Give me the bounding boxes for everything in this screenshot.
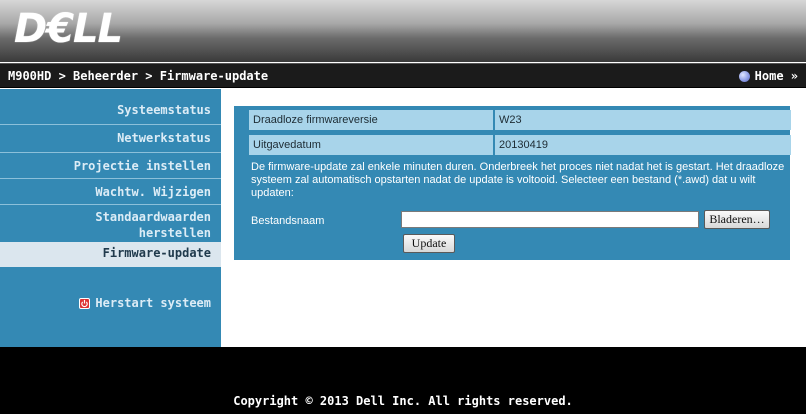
header-banner: D€LL: [0, 0, 806, 62]
restart-system-link[interactable]: Herstart systeem: [79, 295, 211, 311]
sidebar-divider: [0, 204, 221, 205]
home-label: Home »: [754, 69, 798, 83]
firmware-panel: Draadloze firmwareversie W23 Uitgavedatu…: [234, 106, 791, 260]
sidebar-item-label: herstellen: [138, 226, 211, 240]
sidebar-item-systeemstatus[interactable]: Systeemstatus: [117, 102, 211, 118]
sidebar-item-firmware-update[interactable]: Firmware-update: [0, 242, 221, 267]
firmware-instructions: De firmware-update zal enkele minuten du…: [251, 161, 785, 199]
breadcrumb-bar: M900HD > Beheerder > Firmware-update Hom…: [0, 63, 806, 88]
sidebar-item-label: Standaardwaarden: [95, 210, 211, 224]
release-date-label: Uitgavedatum: [249, 135, 493, 155]
restart-label: Herstart systeem: [95, 296, 211, 310]
sidebar-item-label: Firmware-update: [102, 246, 211, 260]
sidebar-item-netwerkstatus[interactable]: Netwerkstatus: [117, 130, 211, 146]
filename-label: Bestandsnaam: [251, 215, 325, 227]
home-dot-icon: [738, 70, 750, 82]
browse-button[interactable]: Bladeren…: [704, 210, 770, 229]
main-content: Draadloze firmwareversie W23 Uitgavedatu…: [221, 89, 806, 347]
sidebar-divider: [0, 124, 221, 125]
firmware-version-label: Draadloze firmwareversie: [249, 110, 493, 130]
dell-logo: D€LL: [14, 6, 123, 52]
sidebar-item-wachtwoord-wijzigen[interactable]: Wachtw. Wijzigen: [95, 184, 211, 200]
sidebar-divider: [0, 152, 221, 153]
breadcrumb: M900HD > Beheerder > Firmware-update: [8, 69, 269, 83]
home-link[interactable]: Home »: [738, 69, 798, 83]
sidebar-nav: Systeemstatus Netwerkstatus Projectie in…: [0, 89, 221, 347]
power-icon: [79, 297, 91, 309]
sidebar-item-projectie-instellen[interactable]: Projectie instellen: [74, 158, 211, 174]
release-date-row: Uitgavedatum 20130419: [249, 135, 791, 155]
footer: Copyright © 2013 Dell Inc. All rights re…: [0, 347, 806, 414]
release-date-value: 20130419: [495, 135, 791, 155]
filename-input[interactable]: [401, 211, 699, 228]
update-button[interactable]: Update: [403, 234, 455, 253]
copyright-text: Copyright © 2013 Dell Inc. All rights re…: [233, 394, 573, 408]
firmware-version-row: Draadloze firmwareversie W23: [249, 110, 791, 130]
firmware-version-value: W23: [495, 110, 791, 130]
sidebar-divider: [0, 178, 221, 179]
sidebar-item-standaardwaarden-herstellen[interactable]: Standaardwaarden herstellen: [95, 209, 211, 241]
